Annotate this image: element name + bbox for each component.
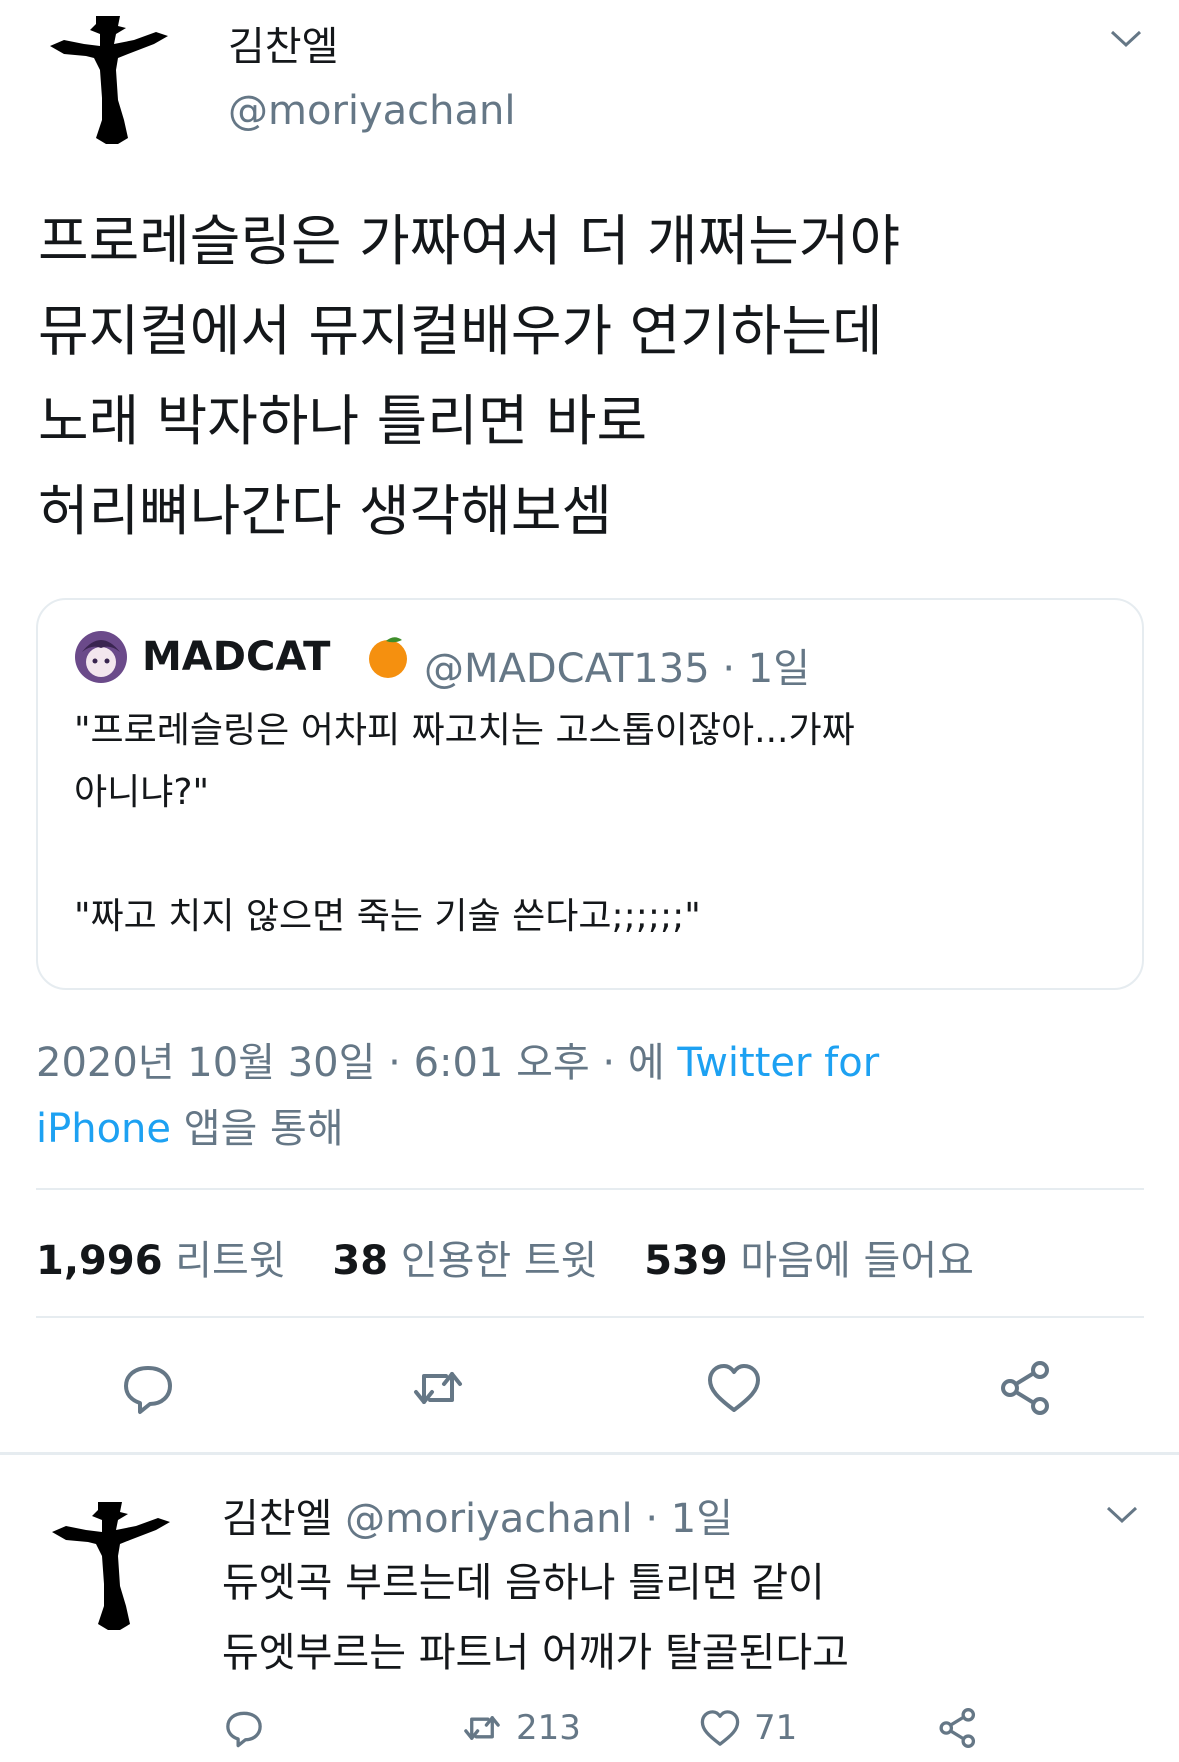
quoted-display-name: MADCAT (142, 634, 331, 680)
display-name[interactable]: 김찬엘 (228, 14, 338, 72)
tweet-text-line: 허리뼈나간다 생각해보셈 (38, 479, 613, 543)
quoted-text-line: "짜고 치지 않으면 죽는 기술 쓴다고;;;;;;" (74, 896, 701, 937)
tweet-stats: 1,996 리트윗 38 인용한 트윗 539 마음에 들어요 (36, 1228, 974, 1286)
tweet-text-line: 뮤지컬에서 뮤지컬배우가 연기하는데 (38, 299, 883, 363)
quoted-text-line: 아니냐?" (74, 772, 210, 813)
source-link[interactable]: iPhone (36, 1106, 171, 1152)
display-name[interactable]: 김찬엘 (222, 1496, 332, 1542)
quoted-tweet-card[interactable]: MADCAT @MADCAT135 · 1일 "프로레슬링은 어차피 짜고치는 … (36, 598, 1144, 990)
user-handle-time[interactable]: @moriyachanl · 1일 (345, 1496, 733, 1542)
divider (36, 1316, 1144, 1318)
divider (36, 1188, 1144, 1190)
retweet-count[interactable]: 1,996 (36, 1238, 163, 1284)
like-icon (700, 1710, 740, 1746)
chevron-down-icon[interactable] (1108, 28, 1144, 50)
avatar[interactable] (44, 10, 174, 150)
tweet-timestamp: 2020년 10월 30일 · 6:01 오후 · 에 Twitter for … (36, 1030, 1136, 1162)
quoted-text-line: "프로레슬링은 어차피 짜고치는 고스톱이잖아...가짜 (74, 710, 855, 751)
orange-emoji-icon (364, 632, 412, 680)
quote-count[interactable]: 38 (332, 1238, 388, 1284)
source-link[interactable]: Twitter for (677, 1040, 879, 1086)
user-handle[interactable]: @moriyachanl (228, 88, 516, 134)
like-count[interactable]: 539 (644, 1238, 728, 1284)
source-suffix: 앱을 통해 (171, 1106, 344, 1152)
reply-like-count: 71 (754, 1708, 798, 1748)
reply-retweet-count: 213 (516, 1708, 581, 1748)
reply-text: 듀엣곡 부르는데 음하나 틀리면 같이 듀엣부르는 파트너 어깨가 탈골된다고 (222, 1548, 849, 1688)
quoted-handle-time: @MADCAT135 · 1일 (424, 646, 811, 692)
reply-reply-button[interactable] (222, 1706, 266, 1750)
timestamp-text: 2020년 10월 30일 · 6:01 오후 · 에 (36, 1040, 678, 1086)
reply-text-line: 듀엣곡 부르는데 음하나 틀리면 같이 (222, 1560, 825, 1606)
tweet-text: 프로레슬링은 가짜여서 더 개쩌는거야 뮤지컬에서 뮤지컬배우가 연기하는데 노… (38, 196, 1158, 556)
reply-retweet-button[interactable]: 213 (460, 1706, 581, 1750)
avatar[interactable] (46, 1496, 176, 1636)
retweet-label[interactable]: 리트윗 (175, 1238, 285, 1284)
reply-icon[interactable] (118, 1358, 178, 1418)
tweet-text-line: 노래 박자하나 틀리면 바로 (38, 389, 648, 453)
reply-header: 김찬엘 @moriyachanl · 1일 (222, 1486, 733, 1544)
chevron-down-icon[interactable] (1104, 1504, 1140, 1526)
reply-share-button[interactable] (936, 1706, 980, 1750)
retweet-icon[interactable] (408, 1358, 468, 1418)
reply-text-line: 듀엣부르는 파트너 어깨가 탈골된다고 (222, 1630, 849, 1676)
quoted-text: "프로레슬링은 어차피 짜고치는 고스톱이잖아...가짜 아니냐?" "짜고 치… (74, 700, 1124, 948)
quote-label[interactable]: 인용한 트윗 (401, 1238, 598, 1284)
tweet-text-line: 프로레슬링은 가짜여서 더 개쩌는거야 (38, 209, 901, 273)
like-icon[interactable] (704, 1358, 764, 1418)
retweet-icon (464, 1716, 500, 1740)
quoted-avatar (74, 630, 128, 684)
like-label[interactable]: 마음에 들어요 (740, 1238, 974, 1284)
share-icon[interactable] (996, 1358, 1056, 1418)
divider (0, 1452, 1179, 1455)
reply-like-button[interactable]: 71 (698, 1706, 797, 1750)
reply-icon (226, 1711, 262, 1748)
share-icon (939, 1708, 976, 1748)
